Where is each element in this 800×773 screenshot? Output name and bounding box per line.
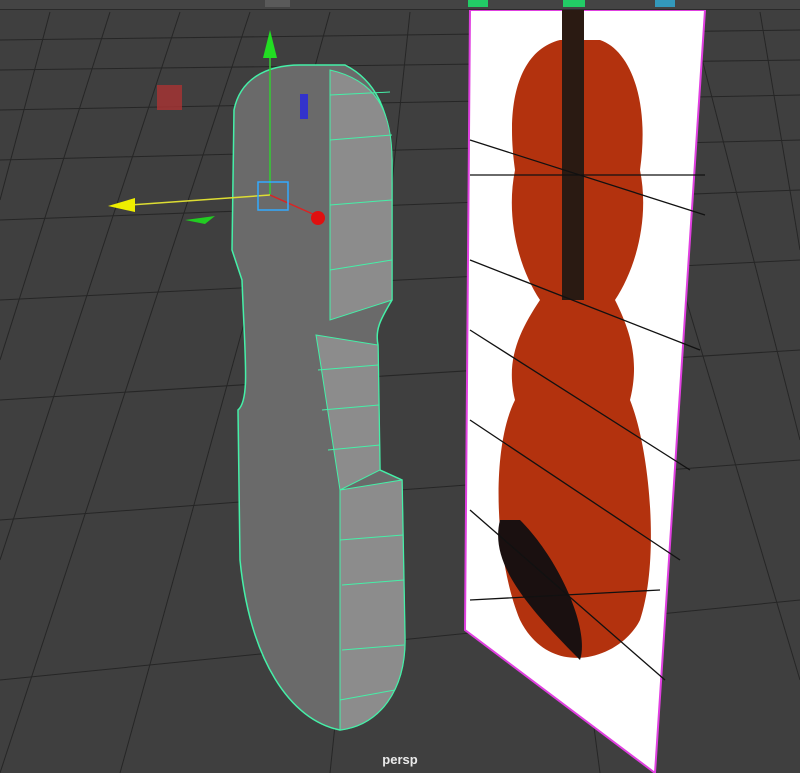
toolbar-button[interactable]	[563, 0, 585, 7]
toolbar-button[interactable]	[468, 0, 488, 7]
toolbar-button[interactable]	[265, 0, 290, 7]
perspective-viewport[interactable]	[0, 10, 800, 773]
violin-body-mesh[interactable]	[232, 65, 405, 730]
viewport-toolbar	[0, 0, 800, 10]
plane-handle-icon	[300, 94, 308, 119]
camera-label: persp	[0, 752, 800, 767]
toolbar-button[interactable]	[655, 0, 675, 7]
plane-handle-icon	[157, 85, 182, 110]
z-axis-handle-icon	[311, 211, 325, 225]
violin-fingerboard	[562, 10, 584, 300]
